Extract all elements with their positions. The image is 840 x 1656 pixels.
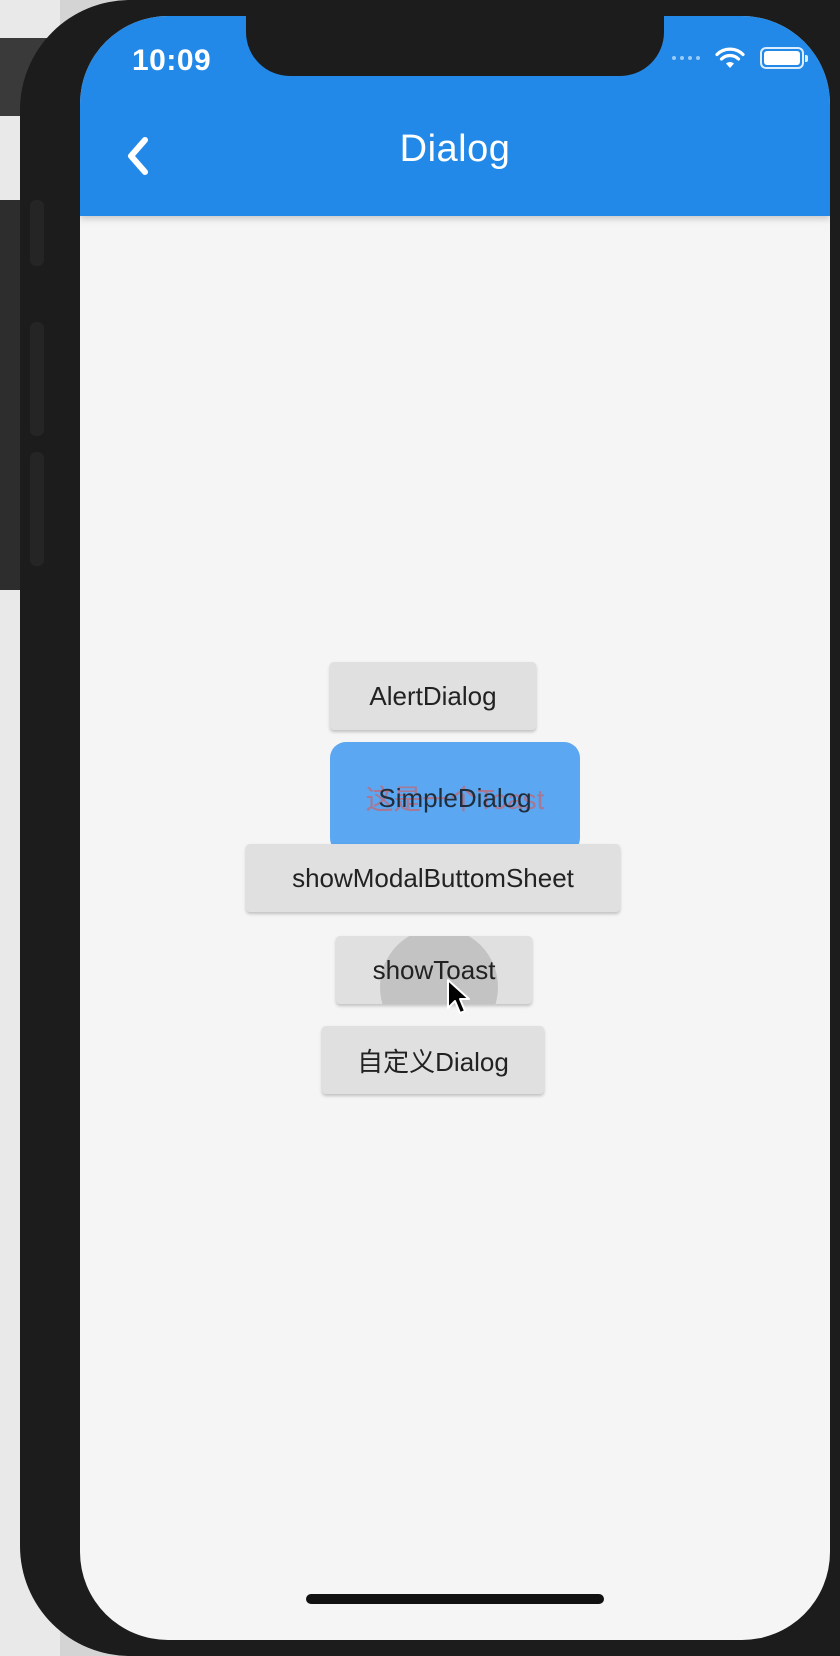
status-time: 10:09	[132, 44, 212, 77]
phone-screen: 10:09 Dialog AlertDialog 这是一个Toast Simpl…	[80, 16, 830, 1640]
phone-volume-up-button	[30, 322, 44, 436]
show-toast-button[interactable]: showToast	[336, 936, 532, 1004]
battery-icon	[760, 47, 808, 69]
custom-dialog-button[interactable]: 自定义Dialog	[322, 1026, 544, 1094]
mouse-pointer-icon	[447, 979, 470, 1014]
home-indicator[interactable]	[306, 1594, 604, 1604]
phone-notch	[246, 16, 664, 76]
status-icons	[672, 46, 808, 70]
cellular-signal-icon	[672, 56, 700, 60]
page-title: Dialog	[399, 128, 511, 170]
phone-frame: 10:09 Dialog AlertDialog 这是一个Toast Simpl…	[20, 0, 840, 1656]
phone-volume-down-button	[30, 452, 44, 566]
show-toast-label: showToast	[372, 954, 496, 985]
simple-dialog-button[interactable]: SimpleDialog	[378, 783, 531, 814]
app-bar: 10:09 Dialog	[80, 16, 830, 216]
toast-popup: 这是一个Toast SimpleDialog	[330, 742, 580, 854]
phone-side-button	[30, 200, 44, 266]
alert-dialog-button[interactable]: AlertDialog	[330, 662, 536, 730]
wifi-icon	[715, 47, 745, 68]
show-modal-bottom-sheet-button[interactable]: showModalButtomSheet	[246, 844, 620, 912]
